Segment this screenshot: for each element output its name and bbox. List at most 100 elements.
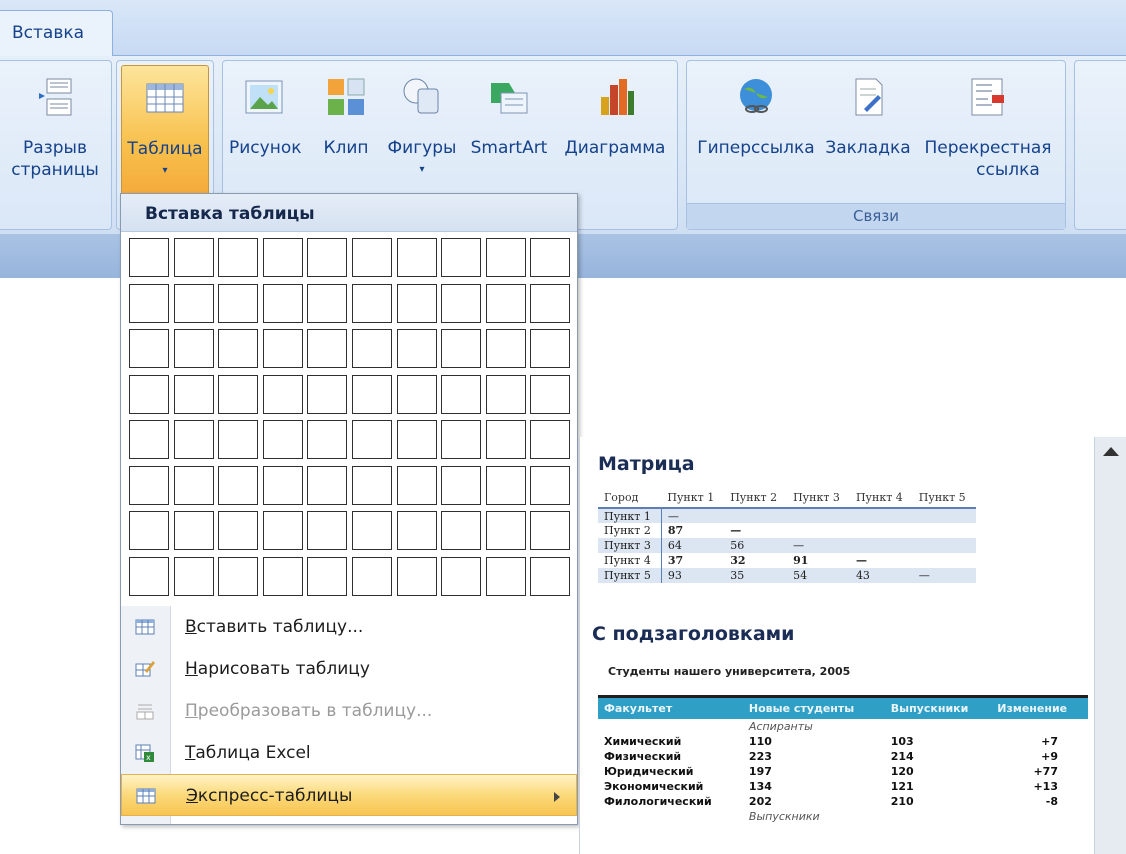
grid-cell[interactable] [441,511,482,550]
grid-cell[interactable] [352,283,392,323]
grid-cell[interactable] [352,374,392,414]
grid-cell[interactable] [352,238,392,277]
grid-cell[interactable] [218,556,259,596]
grid-cell[interactable] [485,238,526,277]
grid-cell[interactable] [530,511,571,550]
grid-cell[interactable] [307,420,348,459]
grid-cell[interactable] [262,420,303,459]
grid-cell[interactable] [396,374,437,414]
grid-cell[interactable] [441,420,482,459]
grid-cell[interactable] [129,420,169,459]
grid-cell[interactable] [352,511,392,550]
grid-cell[interactable] [485,511,526,550]
draw-table-item[interactable]: Нарисовать таблицу [121,648,577,690]
grid-cell[interactable] [441,238,482,277]
grid-cell[interactable] [441,374,482,414]
grid-cell[interactable] [530,238,571,277]
matrix-cell: 32 [730,554,746,567]
smartart-button[interactable]: SmartArt [469,75,549,159]
grid-cell[interactable] [396,511,437,550]
grid-cell[interactable] [218,283,259,323]
grid-cell[interactable] [262,374,303,414]
grid-cell[interactable] [396,556,437,596]
chart-button[interactable]: Диаграмма [557,75,673,159]
grid-cell[interactable] [129,329,169,368]
grid-cell[interactable] [485,556,526,596]
scroll-up-arrow-icon[interactable] [1103,447,1119,456]
grid-cell[interactable] [218,511,259,550]
grid-cell[interactable] [129,511,169,550]
grid-cell[interactable] [129,238,169,277]
grid-cell[interactable] [352,556,392,596]
tab-insert[interactable]: Вставка [0,10,113,57]
grid-cell[interactable] [530,556,571,596]
grid-cell[interactable] [485,465,526,505]
grid-cell[interactable] [530,374,571,414]
grid-cell[interactable] [307,465,348,505]
grid-cell[interactable] [173,556,214,596]
grid-cell[interactable] [307,374,348,414]
grid-cell[interactable] [485,374,526,414]
grid-cell[interactable] [218,465,259,505]
grid-cell[interactable] [173,420,214,459]
grid-cell[interactable] [262,283,303,323]
insert-table-item[interactable]: Вставить таблицу... [121,606,577,648]
grid-cell[interactable] [262,465,303,505]
grid-cell[interactable] [173,283,214,323]
grid-cell[interactable] [441,465,482,505]
convert-to-table-item[interactable]: Преобразовать в таблицу... [121,690,577,732]
grid-cell[interactable] [441,329,482,368]
grid-cell[interactable] [530,283,571,323]
cross-reference-button[interactable]: Перекрестная ссылка [913,75,1063,181]
grid-cell[interactable] [352,465,392,505]
grid-cell[interactable] [262,556,303,596]
grid-cell[interactable] [396,465,437,505]
grid-cell[interactable] [307,511,348,550]
grid-cell[interactable] [129,465,169,505]
grid-cell[interactable] [307,556,348,596]
grid-cell[interactable] [218,238,259,277]
grid-cell[interactable] [441,556,482,596]
grid-cell[interactable] [173,465,214,505]
grid-cell[interactable] [530,420,571,459]
grid-cell[interactable] [396,329,437,368]
grid-cell[interactable] [262,511,303,550]
grid-cell[interactable] [485,283,526,323]
table-button[interactable]: Таблица ▾ [121,65,209,199]
grid-cell[interactable] [396,420,437,459]
quick-tables-item[interactable]: Экспресс-таблицы [121,774,577,816]
grid-cell[interactable] [218,374,259,414]
gallery-scrollbar[interactable] [1094,437,1126,854]
grid-cell[interactable] [307,238,348,277]
grid-cell[interactable] [530,329,571,368]
quick-tables-gallery[interactable]: Матрица Город Пункт 1 Пункт 2 Пункт 3 Пункт … [579,437,1094,854]
grid-cell[interactable] [173,374,214,414]
grid-cell[interactable] [396,238,437,277]
grid-cell[interactable] [307,329,348,368]
grid-cell[interactable] [173,238,214,277]
grid-cell[interactable] [352,329,392,368]
grid-cell[interactable] [218,329,259,368]
grid-cell[interactable] [262,238,303,277]
grid-cell[interactable] [396,283,437,323]
grid-cell[interactable] [129,374,169,414]
grid-cell[interactable] [352,420,392,459]
picture-button[interactable]: Рисунок [229,75,302,159]
grid-cell[interactable] [173,329,214,368]
clip-button[interactable]: Клип [319,75,373,159]
grid-cell[interactable] [530,465,571,505]
grid-cell[interactable] [129,283,169,323]
grid-cell[interactable] [129,556,169,596]
grid-cell[interactable] [173,511,214,550]
grid-cell[interactable] [485,420,526,459]
grid-cell[interactable] [307,283,348,323]
excel-table-item[interactable]: x Таблица Excel [121,732,577,774]
grid-cell[interactable] [441,283,482,323]
bookmark-button[interactable]: Закладка [823,75,913,159]
grid-cell[interactable] [218,420,259,459]
page-break-button[interactable]: Разрыв страницы [1,75,109,181]
grid-cell[interactable] [262,329,303,368]
hyperlink-button[interactable]: Гиперссылка [691,75,821,159]
shapes-button[interactable]: Фигуры ▾ [383,75,461,181]
grid-cell[interactable] [485,329,526,368]
